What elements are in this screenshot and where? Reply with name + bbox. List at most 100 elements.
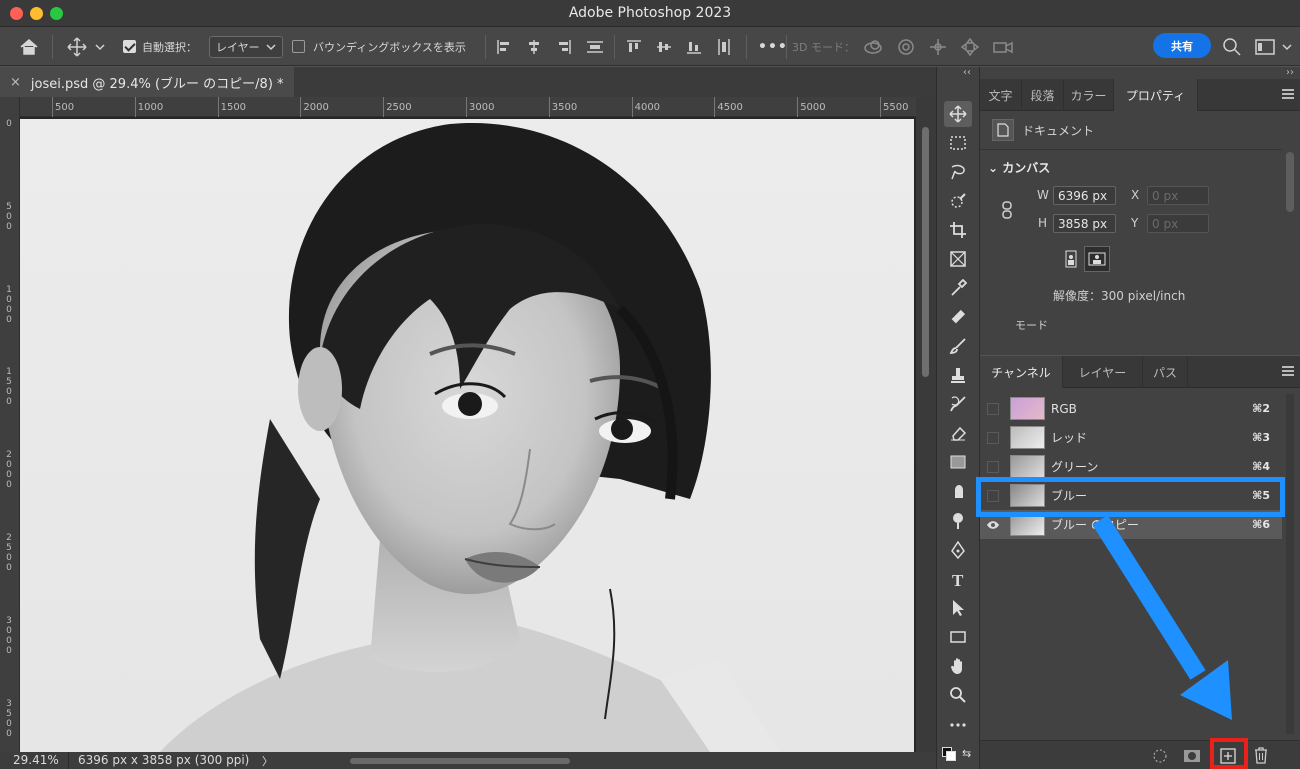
distribute-vertical-icon[interactable]	[716, 38, 732, 56]
gradient-tool[interactable]	[944, 449, 972, 475]
distribute-icon[interactable]	[586, 39, 604, 55]
dodge-tool[interactable]	[944, 508, 972, 534]
height-input[interactable]: 3858 px	[1053, 214, 1116, 233]
crop-tool[interactable]	[944, 217, 972, 243]
ruler-tick	[631, 97, 633, 117]
eraser-tool[interactable]	[944, 420, 972, 446]
tab-3[interactable]: プロパティ	[1114, 79, 1198, 111]
eye-icon	[987, 520, 999, 529]
more-options-button[interactable]: •••	[758, 27, 788, 66]
panel-menu-icon[interactable]	[1282, 366, 1294, 376]
canvas-area[interactable]	[20, 117, 916, 752]
marquee-icon	[950, 136, 966, 150]
save-selection-icon[interactable]	[1183, 748, 1201, 764]
3d-roll-icon[interactable]	[896, 38, 916, 56]
marquee-tool[interactable]	[944, 130, 972, 156]
channel-shortcut: ⌘3	[1252, 431, 1270, 444]
3d-pan-icon[interactable]	[928, 38, 948, 56]
y-input[interactable]: 0 px	[1147, 214, 1209, 233]
type-tool[interactable]: T	[944, 566, 972, 592]
auto-select-target-dropdown[interactable]: レイヤー	[209, 35, 283, 58]
history-brush-tool[interactable]	[944, 391, 972, 417]
width-label: W	[1037, 188, 1049, 202]
lasso-icon	[951, 164, 965, 180]
quick-select-tool[interactable]	[944, 188, 972, 214]
align-right-icon[interactable]	[556, 39, 572, 55]
ruler-label: 500	[55, 102, 75, 113]
tab-1[interactable]: 段落	[1022, 79, 1064, 111]
horizontal-scroll-thumb[interactable]	[350, 758, 570, 764]
search-button[interactable]	[1222, 27, 1242, 66]
path-select-tool[interactable]	[944, 595, 972, 621]
properties-scroll-thumb[interactable]	[1286, 152, 1294, 212]
smudge-tool[interactable]	[944, 478, 972, 504]
visibility-toggle[interactable]	[980, 394, 1006, 423]
share-button[interactable]: 共有	[1153, 33, 1211, 58]
auto-select-checkbox[interactable]	[123, 40, 136, 53]
canvas-section-header[interactable]: ⌄ カンバス	[988, 159, 1050, 176]
status-menu-arrow[interactable]: 〉	[262, 753, 273, 769]
workspace-button[interactable]	[1254, 27, 1292, 66]
3d-orbit-icon[interactable]	[862, 38, 884, 56]
move-tool-preset[interactable]	[66, 27, 106, 66]
3d-camera-icon[interactable]	[992, 39, 1014, 55]
brush-tool[interactable]	[944, 333, 972, 359]
home-button[interactable]	[18, 27, 40, 66]
tools-panel: ‹‹ T ⇆	[936, 67, 980, 769]
close-tab-icon[interactable]: ×	[10, 75, 21, 90]
tab-0[interactable]: 文字	[980, 79, 1022, 111]
3d-mode-label: 3D モード：	[792, 40, 855, 54]
zoom-level[interactable]: 29.41%	[13, 753, 59, 767]
visibility-toggle[interactable]	[980, 423, 1006, 452]
eraser-icon	[951, 426, 967, 441]
properties-tab-bar: 文字 段落 カラー プロパティ	[980, 79, 1300, 111]
3d-slide-icon[interactable]	[960, 37, 980, 56]
ruler-label: 1500	[6, 367, 12, 408]
gradient-icon	[950, 455, 966, 469]
align-top-icon[interactable]	[626, 39, 642, 55]
link-icon[interactable]	[1000, 200, 1014, 220]
tab-2[interactable]: パス	[1143, 356, 1188, 388]
pen-tool[interactable]	[944, 537, 972, 563]
bounding-box-checkbox[interactable]	[292, 40, 305, 53]
lasso-tool[interactable]	[944, 159, 972, 185]
color-swatches[interactable]: ⇆	[942, 747, 972, 767]
channel-thumbnail	[1010, 455, 1045, 478]
x-label: X	[1131, 188, 1140, 202]
portrait-orientation-button[interactable]	[1060, 248, 1082, 270]
landscape-orientation-button[interactable]	[1084, 246, 1110, 272]
align-left-icon[interactable]	[496, 39, 512, 55]
eyedropper-tool[interactable]	[944, 275, 972, 301]
channel-row[interactable]: RGB ⌘2	[980, 394, 1282, 423]
collapse-icon[interactable]: ‹‹	[963, 67, 971, 78]
mores-icon	[950, 723, 966, 727]
channel-row[interactable]: レッド ⌘3	[980, 423, 1282, 452]
align-vcenter-icon[interactable]	[656, 39, 672, 55]
hand-tool[interactable]	[944, 653, 972, 679]
rectangle-tool[interactable]	[944, 624, 972, 650]
annotation-arrow	[1092, 515, 1232, 720]
align-bottom-icon[interactable]	[686, 39, 702, 55]
tab-1[interactable]: レイヤー	[1063, 356, 1143, 388]
tab-0[interactable]: チャンネル	[980, 356, 1063, 388]
move-tool[interactable]	[944, 101, 972, 127]
tab-2[interactable]: カラー	[1064, 79, 1114, 111]
x-input[interactable]: 0 px	[1147, 186, 1209, 205]
stamp-tool[interactable]	[944, 362, 972, 388]
vertical-scroll-thumb[interactable]	[922, 127, 929, 377]
healing-tool[interactable]	[944, 304, 972, 330]
vertical-scrollbar[interactable]	[916, 97, 936, 752]
more-tools[interactable]	[944, 712, 972, 738]
width-input[interactable]: 6396 px	[1053, 186, 1116, 205]
frame-tool[interactable]	[944, 246, 972, 272]
trash-icon[interactable]	[1254, 747, 1268, 764]
portrait-photo	[160, 122, 780, 752]
load-selection-icon[interactable]	[1152, 748, 1168, 764]
zoom-tool[interactable]	[944, 682, 972, 708]
properties-panel: ›› 文字 段落 カラー プロパティ ドキュメント ⌄ カンバス W 6396 px …	[980, 67, 1300, 355]
document-tab[interactable]: × josei.psd @ 29.4% (ブルー のコピー/8) *	[0, 67, 294, 97]
panel-menu-icon[interactable]	[1282, 89, 1294, 99]
align-hcenter-icon[interactable]	[526, 39, 542, 55]
expand-icon[interactable]: ››	[1286, 67, 1294, 78]
document-image[interactable]	[20, 119, 914, 752]
